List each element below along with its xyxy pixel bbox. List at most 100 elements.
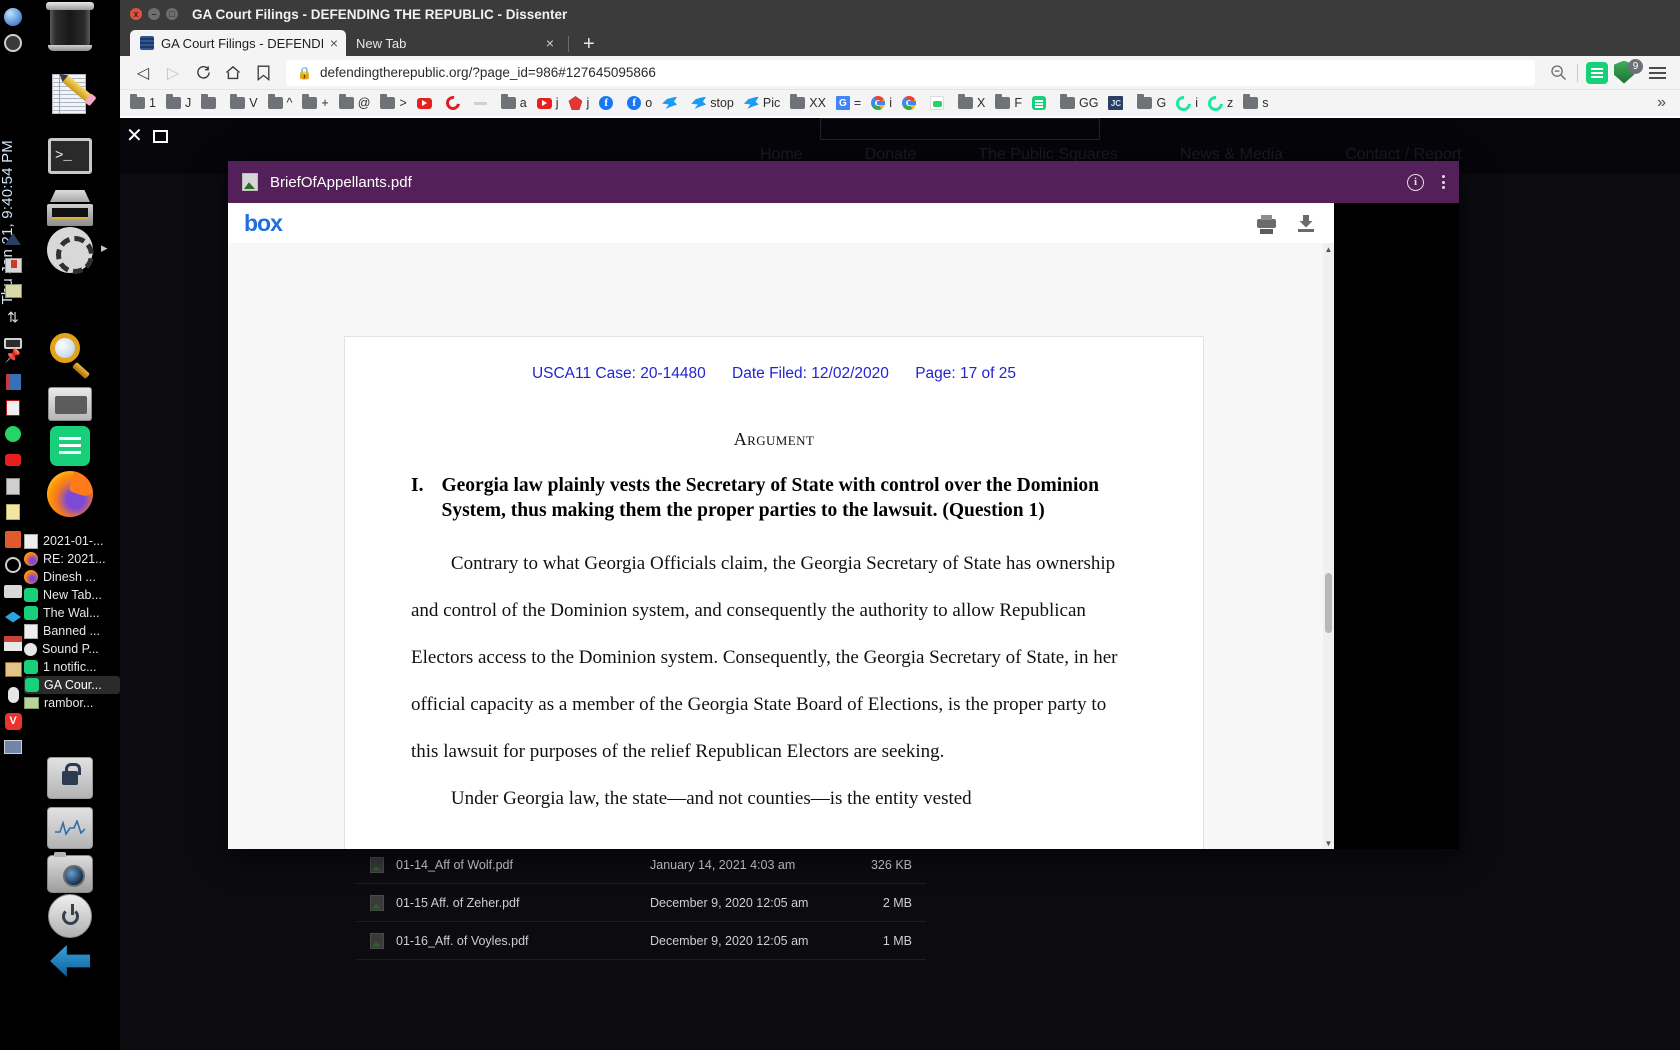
pdf-scrollbar[interactable]: ▲ ▼ bbox=[1323, 243, 1334, 849]
table-row[interactable]: 01-14_Aff of Wolf.pdf January 14, 2021 4… bbox=[356, 846, 926, 884]
vivaldi-dock-icon[interactable]: V bbox=[2, 710, 24, 732]
store-icon[interactable] bbox=[2, 632, 24, 654]
bookmark-item[interactable]: X bbox=[954, 94, 991, 110]
window-list-item[interactable]: The Wal... bbox=[24, 604, 120, 622]
pin-icon[interactable]: 📌 bbox=[2, 345, 24, 367]
firefox-icon[interactable] bbox=[44, 468, 96, 520]
scrollbar-thumb[interactable] bbox=[1325, 573, 1332, 633]
dissenter-browser-icon[interactable] bbox=[44, 420, 96, 472]
blue-arrow-icon[interactable] bbox=[44, 935, 96, 987]
mouse-settings-icon[interactable] bbox=[2, 684, 24, 706]
more-options-icon[interactable] bbox=[1442, 175, 1445, 189]
window-list-item[interactable]: RE: 2021... bbox=[24, 550, 120, 568]
window-minimize-button[interactable]: – bbox=[148, 8, 160, 20]
bookmark-item[interactable]: 1 bbox=[126, 94, 162, 110]
bookmark-item[interactable] bbox=[1104, 96, 1133, 110]
scroll-up-icon[interactable]: ▲ bbox=[1323, 243, 1334, 255]
wine-icon[interactable] bbox=[2, 658, 24, 680]
bookmark-item[interactable] bbox=[1028, 96, 1056, 110]
disk-usage-icon[interactable] bbox=[2, 32, 24, 54]
table-row[interactable]: 01-16_Aff. of Voyles.pdf December 9, 202… bbox=[356, 922, 926, 960]
window-list-item[interactable]: Banned ... bbox=[24, 622, 120, 640]
close-icon[interactable]: ✕ bbox=[126, 126, 143, 146]
shield-button[interactable]: 9 bbox=[1612, 58, 1643, 87]
window-list-item[interactable]: rambor... bbox=[24, 694, 120, 712]
bookmark-item[interactable] bbox=[658, 96, 687, 110]
new-tab-button[interactable]: + bbox=[575, 34, 603, 56]
media-player-icon[interactable] bbox=[2, 6, 24, 28]
restore-icon[interactable] bbox=[152, 129, 168, 143]
bookmark-item[interactable] bbox=[197, 94, 226, 109]
window-list-item[interactable]: New Tab... bbox=[24, 586, 120, 604]
install-icon[interactable] bbox=[2, 254, 24, 276]
bookmark-item[interactable] bbox=[442, 93, 470, 113]
bookmark-item[interactable]: j bbox=[533, 96, 565, 110]
gimp-icon[interactable] bbox=[2, 228, 24, 250]
bookmark-item[interactable]: J bbox=[162, 94, 197, 110]
bookmark-item[interactable] bbox=[926, 96, 954, 110]
window-maximize-button[interactable]: □ bbox=[166, 8, 178, 20]
window-list-item[interactable]: Sound P... bbox=[24, 640, 120, 658]
window-list-item[interactable]: Dinesh ... bbox=[24, 568, 120, 586]
bookmark-item[interactable]: ^ bbox=[264, 94, 299, 110]
bookmark-item[interactable] bbox=[595, 96, 623, 110]
calculator-icon[interactable] bbox=[2, 475, 24, 497]
bookmark-item[interactable] bbox=[898, 96, 926, 110]
pdf-icon[interactable] bbox=[2, 397, 24, 419]
bookmark-item[interactable]: i bbox=[1172, 92, 1204, 114]
printer-dock-icon[interactable] bbox=[2, 580, 24, 602]
tab-new-tab[interactable]: New Tab × bbox=[346, 30, 562, 56]
window-close-button[interactable]: x bbox=[130, 8, 142, 20]
window-list-item[interactable]: 1 notific... bbox=[24, 658, 120, 676]
bookmark-item[interactable]: stop bbox=[687, 96, 740, 110]
bookmark-item[interactable]: @ bbox=[335, 94, 377, 110]
terminal-icon[interactable]: >_ bbox=[44, 130, 96, 182]
tab-close-icon[interactable]: × bbox=[546, 35, 554, 51]
address-bar[interactable]: 🔒 defendingtherepublic.org/?page_id=986#… bbox=[286, 59, 1535, 86]
bookmark-item[interactable] bbox=[470, 101, 497, 105]
info-icon[interactable]: i bbox=[1407, 173, 1424, 191]
note-icon[interactable] bbox=[2, 501, 24, 523]
bookmark-item[interactable]: o bbox=[623, 96, 658, 110]
bookmarks-overflow-button[interactable]: » bbox=[1649, 94, 1674, 112]
bookmark-item[interactable]: G bbox=[1133, 94, 1172, 110]
accessibility-icon[interactable] bbox=[2, 554, 24, 576]
print-icon[interactable] bbox=[1257, 214, 1276, 234]
bookmark-item[interactable]: z bbox=[1204, 92, 1239, 114]
text-editor-icon[interactable] bbox=[44, 68, 96, 120]
chevron-right-icon[interactable]: ▸ bbox=[101, 240, 108, 256]
system-monitor-icon[interactable] bbox=[44, 802, 96, 854]
menu-button[interactable] bbox=[1642, 59, 1672, 87]
scroll-down-icon[interactable]: ▼ bbox=[1323, 837, 1334, 849]
tab-close-icon[interactable]: × bbox=[330, 35, 338, 51]
bookmark-item[interactable]: + bbox=[298, 94, 334, 110]
youtube-dock-icon[interactable] bbox=[2, 449, 24, 471]
download-icon[interactable] bbox=[1298, 214, 1314, 232]
bookmark-item[interactable]: GG bbox=[1056, 94, 1104, 110]
bookmark-button[interactable] bbox=[248, 59, 278, 87]
trash-icon[interactable] bbox=[44, 2, 96, 54]
transfer-icon[interactable]: ⇅ bbox=[2, 306, 24, 328]
bookmark-item[interactable]: V bbox=[226, 94, 263, 110]
forward-button[interactable]: ▷ bbox=[158, 59, 188, 87]
screens-icon[interactable] bbox=[2, 736, 24, 758]
bookmark-item[interactable]: > bbox=[376, 94, 412, 110]
window-list-item[interactable]: 2021-01-... bbox=[24, 532, 120, 550]
bookmark-item[interactable]: s bbox=[1239, 94, 1274, 110]
reload-button[interactable] bbox=[188, 59, 218, 87]
lock-icon[interactable] bbox=[44, 752, 96, 804]
software-center-icon[interactable] bbox=[2, 528, 24, 550]
bookmark-item[interactable]: j bbox=[564, 96, 595, 110]
diamond-icon[interactable] bbox=[2, 606, 24, 628]
site-search-input[interactable] bbox=[820, 118, 1100, 140]
bookmark-item[interactable]: a bbox=[497, 94, 533, 110]
table-row[interactable]: 01-15 Aff. of Zeher.pdf December 9, 2020… bbox=[356, 884, 926, 922]
bookmark-item[interactable]: i bbox=[867, 96, 898, 110]
back-button[interactable]: ◁ bbox=[128, 59, 158, 87]
bookmark-item[interactable]: F bbox=[991, 94, 1028, 110]
ubuntu-swirl-icon[interactable] bbox=[44, 224, 96, 276]
dissenter-comments-button[interactable] bbox=[1582, 59, 1612, 87]
whatsapp-dock-icon[interactable] bbox=[2, 423, 24, 445]
bookmark-item[interactable]: Pic bbox=[740, 96, 786, 110]
books-icon[interactable] bbox=[2, 371, 24, 393]
